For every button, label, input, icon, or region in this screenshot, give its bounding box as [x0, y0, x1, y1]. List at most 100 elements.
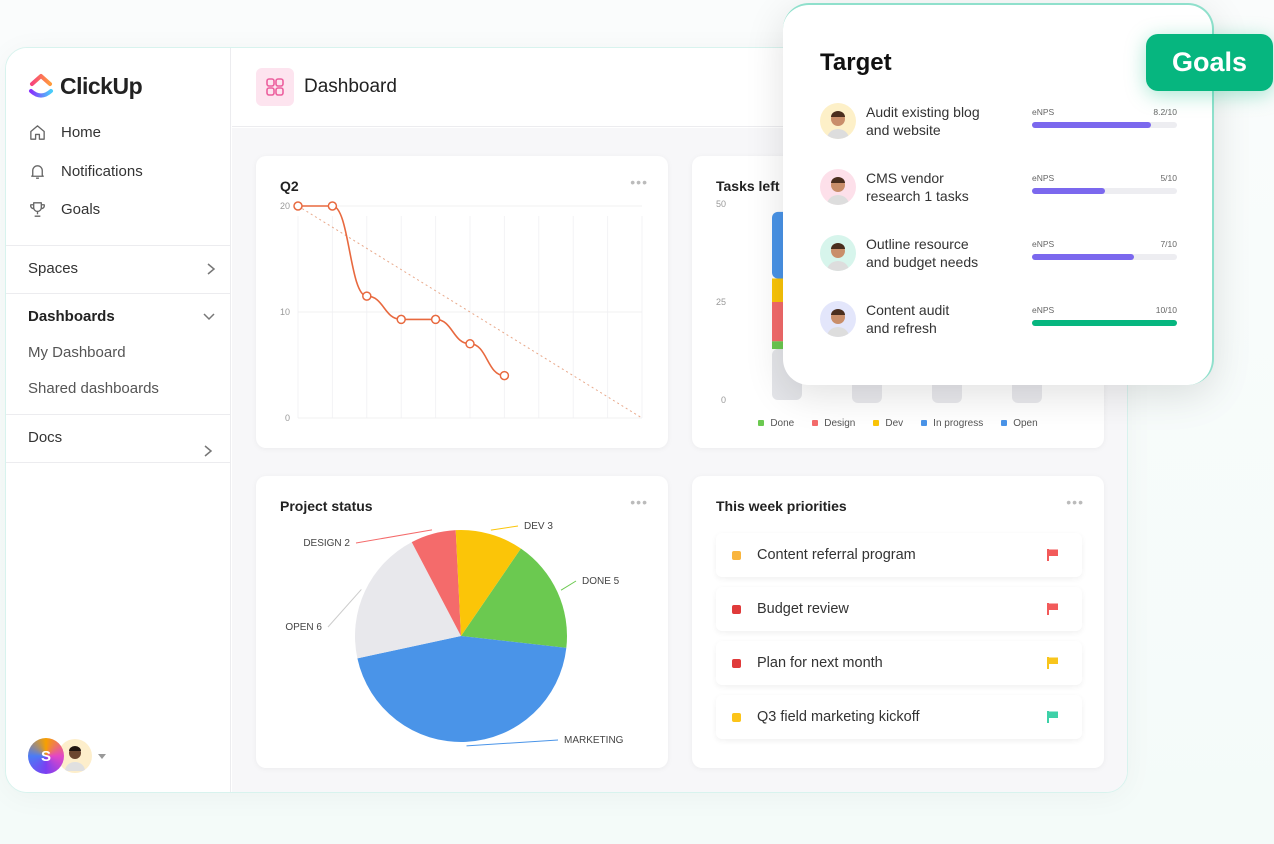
priority-label: Budget review — [757, 601, 849, 617]
y-tick-label: 20 — [280, 201, 290, 211]
priority-item[interactable]: Content referral program — [716, 533, 1082, 577]
sidebar-item-label: Goals — [61, 201, 101, 218]
clickup-logo[interactable]: ClickUp — [28, 72, 143, 100]
legend-label: Done — [770, 418, 795, 429]
y-tick-label: 25 — [716, 297, 726, 307]
priority-item[interactable]: Budget review — [716, 587, 1082, 631]
y-tick-label: 50 — [716, 199, 726, 209]
sidebar-item-docs[interactable]: Docs — [28, 429, 216, 446]
target-title: Target — [820, 49, 892, 76]
pie-label: DEV 3 — [524, 521, 553, 532]
priority-label: Plan for next month — [757, 655, 883, 671]
bell-icon — [31, 165, 44, 179]
dropdown-caret-icon[interactable] — [98, 753, 106, 759]
person-avatar-icon — [827, 177, 849, 205]
person-avatar-icon — [65, 746, 85, 771]
widget-menu-button[interactable]: ••• — [1066, 494, 1084, 510]
legend-swatch — [812, 420, 819, 426]
goal-progress-fill — [1032, 188, 1105, 194]
goal-label: CMS vendor research 1 tasks — [866, 170, 969, 204]
legend-swatch — [1001, 420, 1008, 426]
goal-avatar — [820, 235, 856, 271]
chevron-right-icon — [207, 262, 216, 275]
person-avatar-icon — [827, 243, 849, 271]
sidebar-item-my-dashboard[interactable]: My Dashboard — [28, 344, 126, 361]
pie-label: OPEN 6 — [285, 622, 322, 633]
goal-label: Outline resource and budget needs — [866, 236, 979, 270]
legend-label: Dev — [885, 418, 904, 429]
goal-progress-fill — [1032, 122, 1151, 128]
project-status-pie-chart: DONE 5 MARKETING OPEN 6 DESIGN 2 DEV 3 — [285, 521, 624, 747]
legend-item[interactable]: In progress — [921, 418, 983, 429]
priority-flag-icon[interactable] — [1046, 602, 1060, 616]
q2-widget: Q2 ••• 0 10 20 — [256, 156, 668, 448]
legend-swatch — [921, 420, 928, 426]
sidebar-item-goals[interactable]: Goals — [28, 200, 100, 219]
legend-item[interactable]: Open — [1001, 418, 1038, 429]
person-avatar-icon — [827, 309, 849, 337]
data-point — [465, 339, 475, 349]
status-square-icon — [732, 658, 741, 668]
sidebar-item-home[interactable]: Home — [28, 123, 101, 142]
chevron-down-icon — [203, 312, 215, 320]
chevron-right-icon[interactable] — [203, 444, 213, 458]
goal-item[interactable]: CMS vendor research 1 tasks eNPS 5/10 — [820, 169, 1180, 219]
goal-progress-bar — [1032, 320, 1177, 326]
priority-flag-icon[interactable] — [1046, 548, 1060, 562]
dashboard-icon — [256, 68, 294, 106]
priority-label: Content referral program — [757, 547, 916, 563]
legend-swatch — [873, 420, 880, 426]
user-avatar[interactable]: S — [28, 738, 64, 774]
y-tick-label: 10 — [280, 307, 290, 317]
goal-avatar — [820, 169, 856, 205]
goal-avatar — [820, 103, 856, 139]
widget-title: This week priorities — [716, 498, 847, 514]
goal-item[interactable]: Content audit and refresh eNPS 10/10 — [820, 301, 1180, 351]
goal-progress-bar — [1032, 254, 1177, 260]
home-icon — [30, 125, 45, 140]
legend-label: Design — [824, 418, 856, 429]
divider — [6, 245, 231, 246]
goal-progress-fill — [1032, 254, 1134, 260]
user-initial: S — [40, 747, 51, 765]
data-point — [327, 201, 338, 211]
priority-item[interactable]: Q3 field marketing kickoff — [716, 695, 1082, 739]
priority-flag-icon[interactable] — [1046, 656, 1060, 670]
sidebar-item-label: Home — [61, 124, 102, 141]
chart-legend: Done Design Dev In progress Open — [692, 418, 1104, 429]
goal-score: 10/10 — [1155, 305, 1177, 315]
sidebar-item-spaces[interactable]: Spaces — [28, 260, 216, 277]
user-switcher[interactable]: S — [28, 738, 106, 774]
priority-item[interactable]: Plan for next month — [716, 641, 1082, 685]
clickup-logo-icon — [29, 74, 53, 98]
legend-label: In progress — [933, 418, 984, 429]
sidebar-item-notifications[interactable]: Notifications — [28, 162, 143, 181]
priority-flag-icon[interactable] — [1046, 710, 1060, 724]
status-square-icon — [732, 604, 741, 614]
sidebar-item-label: Notifications — [61, 163, 143, 180]
goal-score: 7/10 — [1160, 239, 1177, 249]
goals-badge[interactable]: Goals — [1146, 34, 1273, 91]
person-avatar-icon — [827, 111, 849, 139]
sidebar-item-dashboards[interactable]: Dashboards — [28, 308, 216, 325]
legend-item[interactable]: Design — [812, 418, 855, 429]
goal-progress-fill — [1032, 320, 1177, 326]
sidebar: ClickUp Home Notifications Goals Spaces … — [6, 48, 231, 792]
sidebar-item-shared-dashboards[interactable]: Shared dashboards — [28, 380, 159, 397]
pie-slice — [357, 636, 567, 743]
goal-score: 5/10 — [1160, 173, 1177, 183]
goal-item[interactable]: Outline resource and budget needs eNPS 7/10 — [820, 235, 1180, 285]
y-tick-label: 0 — [285, 413, 290, 423]
pie-label: MARKETING — [564, 735, 624, 746]
divider — [6, 414, 231, 415]
status-square-icon — [732, 712, 741, 722]
goal-item[interactable]: Audit existing blog and website eNPS 8.2/10 — [820, 103, 1180, 153]
data-point — [293, 201, 303, 211]
legend-item[interactable]: Dev — [873, 418, 903, 429]
divider — [6, 462, 231, 463]
priority-label: Q3 field marketing kickoff — [757, 709, 920, 725]
legend-swatch — [758, 420, 765, 426]
pie-label: DESIGN 2 — [303, 538, 350, 549]
legend-item[interactable]: Done — [758, 418, 794, 429]
spaces-label: Spaces — [28, 260, 79, 277]
